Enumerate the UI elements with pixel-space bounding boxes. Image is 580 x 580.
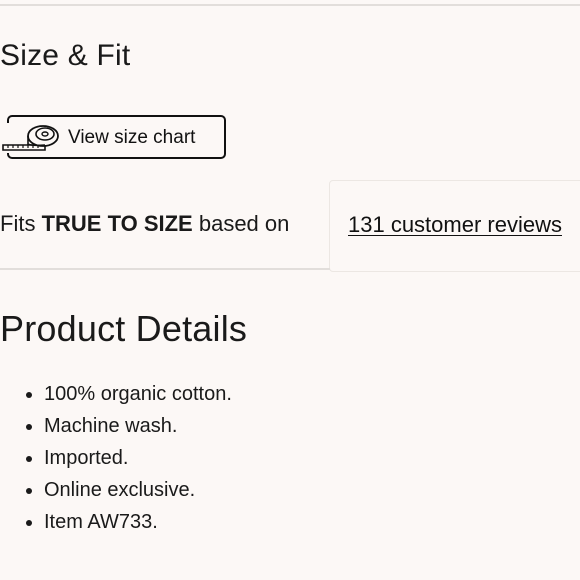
section-divider (0, 268, 330, 270)
size-chart-button-label: View size chart (68, 127, 196, 148)
fit-prefix: Fits (0, 211, 42, 236)
list-item: Imported. (44, 442, 232, 474)
top-divider (0, 4, 580, 6)
view-size-chart-button[interactable]: View size chart (1, 115, 226, 159)
customer-reviews-link[interactable]: 131 customer reviews (348, 211, 562, 239)
fit-suffix: based on (192, 211, 290, 236)
fit-verdict: TRUE TO SIZE (41, 211, 193, 236)
list-item: Machine wash. (44, 410, 232, 442)
list-item: Item AW733. (44, 506, 232, 538)
product-details-list: 100% organic cotton. Machine wash. Impor… (0, 378, 232, 538)
list-item: 100% organic cotton. (44, 378, 232, 410)
fit-summary: Fits TRUE TO SIZE based on (0, 209, 289, 239)
measuring-tape-icon (1, 123, 63, 153)
product-details-heading: Product Details (0, 308, 248, 349)
list-item: Online exclusive. (44, 474, 232, 506)
size-fit-heading: Size & Fit (0, 39, 131, 72)
